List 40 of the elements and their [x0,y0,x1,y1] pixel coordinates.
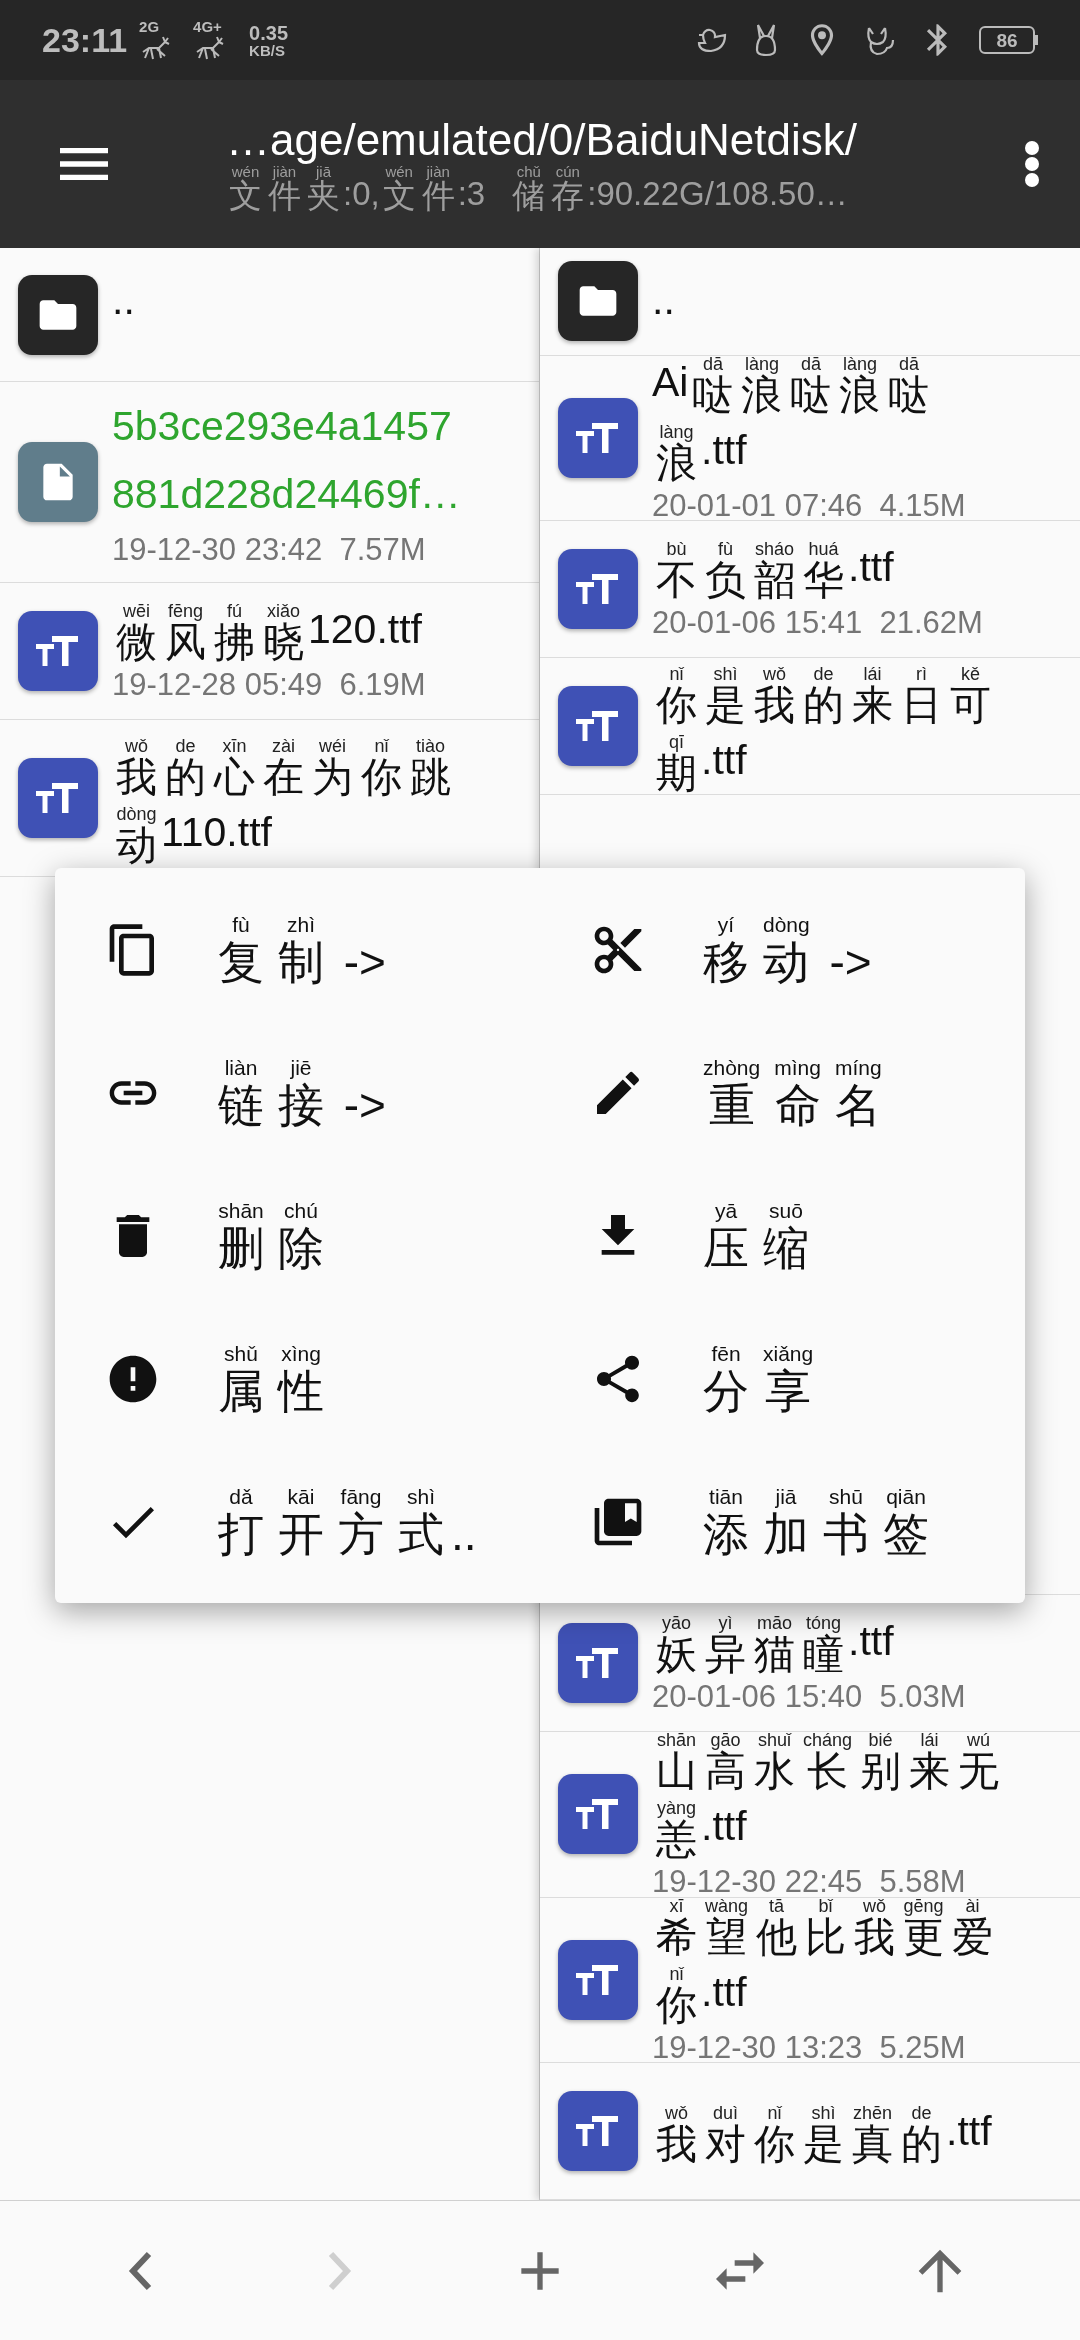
file-name: .. [652,276,676,325]
menu-item[interactable]: dǎ 打 kāi 开 fāng 方 shì 式.. [55,1450,540,1593]
chevron-right-icon [327,2250,353,2291]
more-options-icon [1024,140,1040,188]
font-file-icon [576,709,620,744]
battery-icon: 86 [979,26,1038,54]
file-details: 19-12-30 22:45 5.58M [652,1863,966,1900]
more-options-button[interactable] [1024,140,1040,188]
network-type: 4G+ [193,18,222,34]
chevron-left-icon [127,2250,153,2291]
file-details: 19-12-30 23:42 7.57M [112,531,427,569]
menu-item[interactable]: shān 删 chú 除 [55,1164,540,1307]
menu-item[interactable]: yí 移 dòng 动 -> [540,878,1025,1021]
current-path: …age/emulated/0/BaiduNetdisk/ [226,115,859,165]
font-file-icon [576,1646,620,1681]
network-speed: 0.35 [249,22,289,43]
menu-item[interactable]: shǔ 属 xìng 性 [55,1307,540,1450]
font-file-icon [576,1797,620,1832]
network-type: 2G [139,18,160,34]
menu-item[interactable]: fēn 分 xiǎng 享 [540,1307,1025,1450]
file-name: .. [112,276,136,325]
font-file-icon [36,781,80,815]
menu-item[interactable]: fù 复 zhì 制 -> [55,878,540,1021]
file-row[interactable]: .. [540,248,1080,356]
menu-item[interactable]: tiān 添 jiā 加 shū 书 qiān 签 [540,1450,1025,1593]
menu-item[interactable]: liàn 链 jiē 接 -> [55,1021,540,1164]
file-name: 5b3ce293e4a1457881d228d24469f… [112,402,462,519]
file-details: 20-01-06 15:41 21.62M [652,604,984,643]
menu-item[interactable]: yā 压 suō 缩 [540,1164,1025,1307]
file-details: 20-01-06 15:40 5.03M [652,1678,967,1717]
font-file-icon [36,634,80,668]
clock: 23:11 [42,19,128,61]
font-file-icon [576,572,620,607]
menu-item[interactable]: zhòng 重 mìng 命 míng 名 [540,1021,1025,1164]
storage-usage: chǔ 储 cún 存:90.22G/108.50… [512,164,848,213]
font-file-icon [576,1962,620,1997]
file-details: 19-12-28 05:49 6.19M [112,666,427,704]
font-file-icon [576,420,620,455]
speed-unit: KB/S [249,42,285,58]
font-file-icon [576,2114,620,2148]
